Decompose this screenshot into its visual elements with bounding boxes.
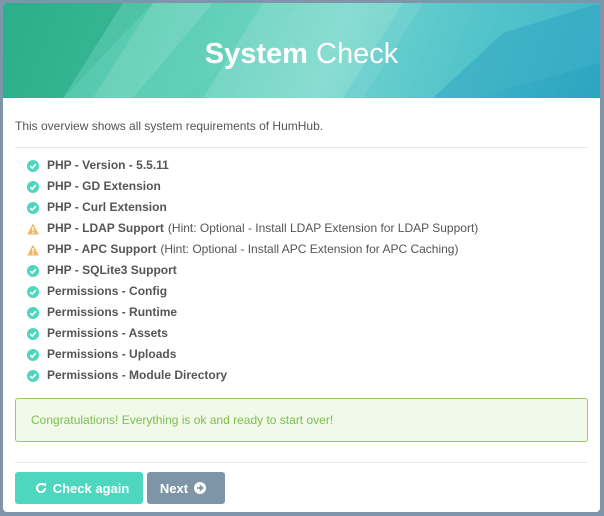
check-circle-icon (27, 306, 39, 319)
requirement-item: PHP - GD Extension (27, 176, 588, 197)
requirement-item: Permissions - Uploads (27, 344, 588, 365)
requirement-item: PHP - Curl Extension (27, 197, 588, 218)
requirement-hint: (Hint: Optional - Install APC Extension … (160, 242, 459, 256)
check-circle-icon (27, 201, 39, 214)
requirement-item: PHP - SQLite3 Support (27, 260, 588, 281)
page-title: System Check (3, 37, 600, 71)
next-label: Next (159, 480, 189, 496)
requirement-item: Permissions - Config (27, 281, 588, 302)
requirement-title: Permissions - Runtime (47, 305, 178, 319)
title-light: Check (316, 38, 399, 70)
check-circle-icon (27, 369, 39, 382)
check-circle-icon (27, 327, 39, 340)
title-bold: System (204, 38, 308, 70)
requirement-title: PHP - GD Extension (47, 179, 161, 193)
check-circle-icon (27, 180, 39, 193)
requirement-title: Permissions - Module Directory (47, 368, 228, 382)
requirement-item: Permissions - Assets (27, 323, 588, 344)
requirement-hint: (Hint: Optional - Install LDAP Extension… (167, 221, 479, 235)
requirement-title: PHP - SQLite3 Support (47, 263, 177, 277)
requirement-title: Permissions - Assets (47, 326, 168, 340)
header-banner: System Check (3, 3, 600, 98)
requirement-title: PHP - Version - 5.5.11 (47, 158, 169, 172)
requirement-title: PHP - LDAP Support (47, 221, 164, 235)
requirement-item: Permissions - Module Directory (27, 365, 588, 386)
check-again-button[interactable]: Check again (15, 472, 143, 504)
intro-text: This overview shows all system requireme… (15, 98, 588, 148)
requirement-title: Permissions - Uploads (47, 347, 177, 361)
warning-triangle-icon (27, 223, 39, 234)
check-circle-icon (27, 348, 39, 361)
requirement-title: Permissions - Config (47, 284, 168, 298)
success-alert: Congratulations! Everything is ok and re… (15, 398, 588, 442)
check-circle-icon (27, 159, 39, 172)
requirement-item: PHP - LDAP Support (Hint: Optional - Inst… (27, 218, 588, 239)
check-again-label: Check again (52, 480, 130, 496)
requirement-item: PHP - APC Support (Hint: Optional - Insta… (27, 239, 588, 260)
next-button[interactable]: Next (147, 472, 225, 504)
warning-triangle-icon (27, 244, 39, 255)
arrow-circle-right-icon (194, 482, 207, 494)
requirement-item: PHP - Version - 5.5.11 (27, 155, 588, 176)
requirement-item: Permissions - Runtime (27, 302, 588, 323)
refresh-icon (35, 483, 46, 494)
content-area: This overview shows all system requireme… (3, 98, 600, 504)
requirements-list: PHP - Version - 5.5.11 PHP - GD Extension… (15, 148, 588, 386)
check-circle-icon (27, 264, 39, 277)
requirement-title: PHP - Curl Extension (47, 200, 167, 214)
requirement-title: PHP - APC Support (47, 242, 157, 256)
setup-panel: System Check This overview shows all sys… (3, 3, 600, 512)
check-circle-icon (27, 285, 39, 298)
button-row: Check again Next (15, 463, 588, 504)
